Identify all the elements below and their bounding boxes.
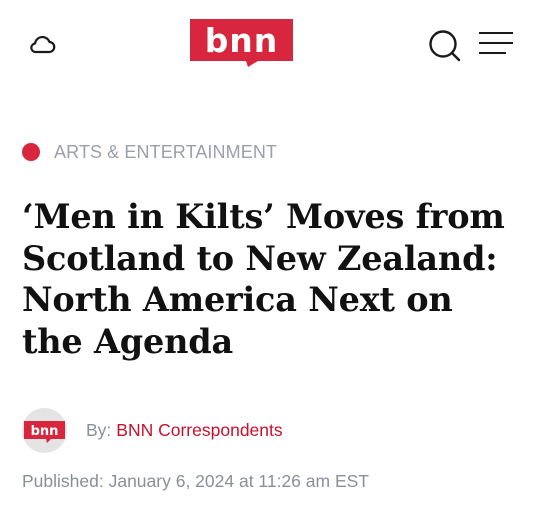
avatar-logo-text: bnn [31,424,59,439]
article-category[interactable]: ARTS & ENTERTAINMENT [22,140,277,164]
weather-button[interactable] [26,30,58,58]
author-byline: bnn By: BNN Correspondents [22,407,283,453]
category-dot-icon [22,143,40,161]
search-icon [429,30,461,62]
author-name-link[interactable]: BNN Correspondents [116,420,282,441]
search-button[interactable] [426,27,462,63]
hamburger-menu-icon [479,32,513,54]
article-headline: ‘Men in Kilts’ Moves from Scotland to Ne… [22,197,505,361]
bnn-logo[interactable]: bnn [190,19,293,67]
category-label[interactable]: ARTS & ENTERTAINMENT [54,142,277,163]
site-header: bnn [0,0,540,90]
avatar-logo-icon: bnn [24,420,65,443]
author-avatar[interactable]: bnn [22,407,67,453]
menu-button[interactable] [478,31,514,57]
logo-text: bnn [204,21,279,60]
cloud-icon [30,35,56,54]
published-date: Published: January 6, 2024 at 11:26 am E… [22,471,369,491]
author-by-label: By: [86,419,112,440]
